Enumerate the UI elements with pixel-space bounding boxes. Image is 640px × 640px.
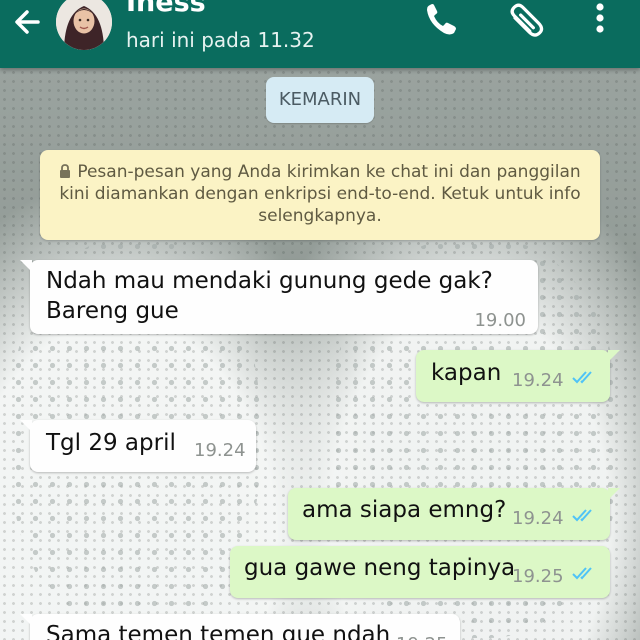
message-incoming[interactable]: Ndah mau mendaki gunung gede gak? Bareng… [20,260,538,334]
message-incoming[interactable]: Sama temen temen gue ndah 19.25 [20,614,460,640]
message-text: ama siapa emng? [302,497,507,523]
message-text: Ndah mau mendaki gunung gede gak? [46,268,493,294]
message-text: Sama temen temen gue ndah [46,622,391,640]
message-outgoing[interactable]: kapan 19.24 [416,350,620,402]
message-text: Tgl 29 april [46,430,176,456]
read-receipt-icon [572,509,592,522]
phone-icon[interactable] [420,0,464,40]
paperclip-icon[interactable] [505,0,549,40]
message-outgoing[interactable]: gua gawe neng tapinya 19.25 [230,546,610,598]
notice-line-2: kini diamankan dengan enkripsi end-to-en… [59,184,581,204]
last-seen-status: hari ini pada 11.32 [126,28,315,52]
message-time: 19.24 [512,370,564,391]
message-time: 19.24 [194,440,246,461]
message-time: 19.25 [396,630,448,640]
message-text: gua gawe neng tapinya [244,555,516,581]
message-incoming[interactable]: Tgl 29 april 19.24 [20,420,256,472]
message-time: 19.00 [474,310,526,331]
message-outgoing[interactable]: ama siapa emng? 19.24 [288,488,620,540]
encryption-notice[interactable]: Pesan-pesan yang Anda kirimkan ke chat i… [40,150,600,240]
message-text: kapan [431,360,502,386]
notice-line-1: Pesan-pesan yang Anda kirimkan ke chat i… [77,162,581,182]
notice-line-3: selengkapnya. [258,206,382,226]
read-receipt-icon [572,371,592,384]
back-arrow-icon[interactable] [8,2,52,42]
chat-header: Iness hari ini pada 11.32 [0,0,640,68]
message-time: 19.25 [512,566,564,587]
message-time: 19.24 [512,508,564,529]
more-vert-icon[interactable] [582,0,618,40]
contact-name[interactable]: Iness [126,0,206,18]
chat-area[interactable]: KEMARIN Pesan-pesan yang Anda kirimkan k… [0,68,640,640]
message-text: Bareng gue [46,298,179,324]
read-receipt-icon [572,567,592,580]
lock-icon [59,162,71,178]
date-divider: KEMARIN [266,77,374,123]
avatar[interactable] [56,0,112,50]
